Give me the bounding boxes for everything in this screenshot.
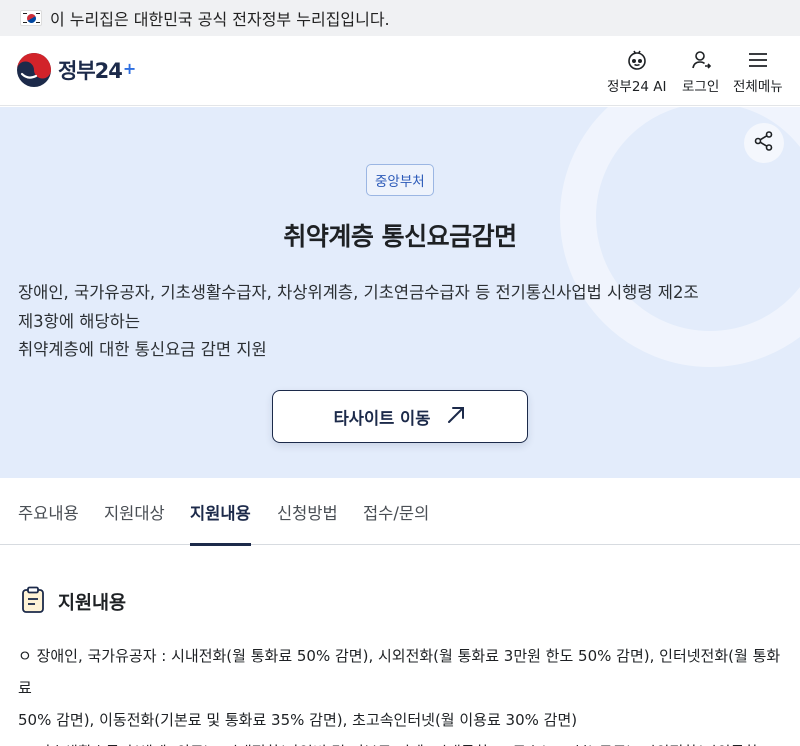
share-button[interactable]: [744, 123, 784, 163]
user-login-icon: [688, 48, 714, 72]
login-button-label: 로그인: [682, 79, 720, 95]
full-menu-button[interactable]: 전체메뉴: [733, 48, 783, 95]
korea-flag-icon: [20, 10, 42, 26]
arrow-up-right-icon: [446, 405, 466, 429]
logo-text: 정부24: [58, 59, 123, 83]
site-header: 정부24 + 정부24 AI 로그인 전체메뉴: [0, 36, 800, 106]
support-content: ㅇ 장애인, 국가유공자 : 시내전화(월 통화료 50% 감면), 시외전화(…: [18, 640, 788, 746]
full-menu-label: 전체메뉴: [733, 79, 783, 95]
content-line: ㅇ 장애인, 국가유공자 : 시내전화(월 통화료 50% 감면), 시외전화(…: [18, 647, 781, 697]
tab-contact[interactable]: 접수/문의: [363, 478, 429, 545]
clipboard-icon: [20, 586, 46, 618]
service-title: 취약계층 통신요금감면: [283, 222, 517, 251]
logo-plus-icon: +: [122, 58, 137, 78]
service-hero: 중앙부처 취약계층 통신요금감면 장애인, 국가유공자, 기초생활수급자, 차상…: [0, 107, 800, 478]
login-button[interactable]: 로그인: [682, 48, 719, 95]
description-line: 장애인, 국가유공자, 기초생활수급자, 차상위계층, 기초연금수급자 등 전기…: [18, 283, 699, 302]
content-line: ㅇ 기초생활수급자(생계, 의료) : 시내전화(가입비 및 기본료 면제, 시…: [18, 736, 788, 746]
ai-button[interactable]: 정부24 AI: [607, 48, 667, 95]
content-tabs: 주요내용 지원대상 지원내용 신청방법 접수/문의: [0, 478, 800, 546]
external-site-label: 타사이트 이동: [333, 408, 431, 428]
site-logo[interactable]: 정부24 +: [16, 52, 136, 88]
hamburger-menu-icon: [745, 48, 771, 72]
tab-eligibility[interactable]: 지원대상: [104, 478, 165, 545]
service-description: 장애인, 국가유공자, 기초생활수급자, 차상위계층, 기초연금수급자 등 전기…: [18, 279, 778, 365]
tab-how-to-apply[interactable]: 신청방법: [277, 478, 338, 545]
share-icon: [753, 130, 775, 156]
description-line: 취약계층에 대한 통신요금 감면 지원: [18, 340, 267, 359]
tab-support-details[interactable]: 지원내용: [190, 478, 251, 546]
tab-main-content[interactable]: 주요내용: [18, 478, 79, 545]
external-site-button[interactable]: 타사이트 이동: [272, 390, 528, 443]
ministry-badge: 중앙부처: [366, 164, 434, 196]
section-header: 지원내용: [20, 586, 126, 618]
gov-emblem-icon: [16, 52, 52, 88]
gov-official-banner: 이 누리집은 대한민국 공식 전자정부 누리집입니다.: [0, 0, 800, 36]
support-details-section: 지원내용 ㅇ 장애인, 국가유공자 : 시내전화(월 통화료 50% 감면), …: [0, 546, 800, 746]
section-title: 지원내용: [58, 593, 127, 614]
ai-robot-icon: [624, 48, 650, 72]
gov-banner-text: 이 누리집은 대한민국 공식 전자정부 누리집입니다.: [50, 10, 390, 29]
content-line: 50% 감면), 이동전화(기본료 및 통화료 35% 감면), 초고속인터넷(…: [18, 711, 578, 729]
ai-button-label: 정부24 AI: [607, 79, 667, 95]
description-line: 제3항에 해당하는: [18, 311, 141, 331]
